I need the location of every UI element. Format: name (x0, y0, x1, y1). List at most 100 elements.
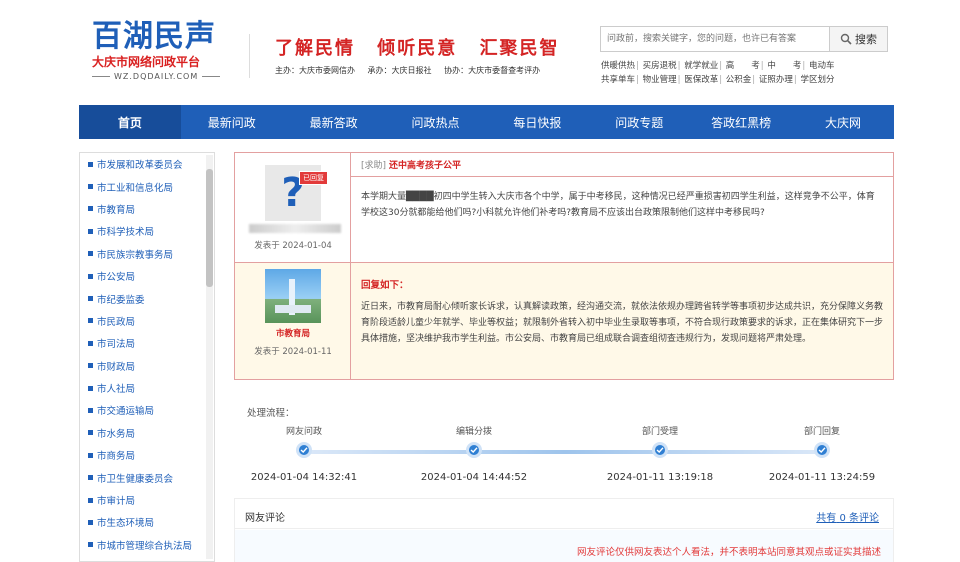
sidebar-item-label: 市城市管理综合执法局 (97, 540, 193, 552)
quick-link[interactable]: 供暖供热 (601, 61, 635, 71)
site-logo[interactable]: 百湖民声 大庆市网络问政平台 WZ.DQDAILY.COM (92, 20, 242, 81)
square-bullet-icon (88, 340, 93, 346)
nav-latest-answers[interactable]: 最新答政 (283, 105, 385, 139)
sidebar-item-label: 市教育局 (97, 204, 136, 216)
square-bullet-icon (88, 251, 93, 257)
square-bullet-icon (88, 475, 93, 481)
sidebar-item-label: 市商务局 (97, 451, 136, 463)
sidebar-item-label: 市生态环境局 (97, 518, 155, 530)
nav-daily-report[interactable]: 每日快报 (487, 105, 589, 139)
quick-link[interactable]: 公积金 (726, 75, 752, 85)
sidebar-item-label: 市公安局 (97, 272, 136, 284)
nav-home[interactable]: 首页 (79, 105, 181, 139)
sidebar-scrollbar[interactable] (206, 155, 213, 559)
search-button[interactable]: 搜索 (829, 27, 887, 51)
sidebar-item[interactable]: 市司法局 (80, 332, 204, 354)
sidebar-item[interactable]: 市交通运输局 (80, 399, 204, 421)
logo-url: WZ.DQDAILY.COM (92, 72, 242, 81)
quick-link[interactable]: 高 考 (726, 61, 760, 71)
department-sidebar: 市发展和改革委员会市工业和信息化局市教育局市科学技术局市民族宗教事务局 市公安局市… (79, 152, 215, 562)
sidebar-item[interactable]: 市科学技术局 (80, 220, 204, 242)
quick-link[interactable]: 中 考 (767, 61, 801, 71)
comments-disclaimer: 网友评论仅供网友表达个人看法，并不表明本站同意其观点或证实其描述 (576, 547, 881, 558)
comments-count-link[interactable]: 共有 0 条评论 (816, 509, 879, 524)
quick-link[interactable]: 医保改革 (684, 75, 718, 85)
sidebar-item[interactable]: 市民族宗教事务局 (80, 243, 204, 265)
process-step-time: 2024-01-04 14:32:41 (250, 472, 358, 483)
question-row: ? 已回复 发表于 2024-01-04 [求助] 还中高考孩子公平 本学期大量… (235, 153, 893, 263)
answer-content-cell: 回复如下： 近日来，市教育局耐心倾听家长诉求，认真解读政策，经沟通交流，就依法依… (351, 263, 893, 379)
answer-row: 市教育局 发表于 2024-01-11 回复如下： 近日来，市教育局耐心倾听家长… (235, 263, 893, 379)
logo-rule-right (202, 76, 221, 77)
sidebar-item[interactable]: 市工业和信息化局 (80, 175, 204, 197)
comments-header: 网友评论 共有 0 条评论 (235, 499, 893, 529)
avatar-building-shape (275, 305, 311, 313)
process-step-label: 部门回复 (803, 427, 840, 437)
site-header: 百湖民声 大庆市网络问政平台 WZ.DQDAILY.COM 了解民情 倾听民意 … (0, 0, 960, 100)
organizer-undertaker: 承办：大庆日报社 (367, 66, 432, 75)
question-author-cell: ? 已回复 发表于 2024-01-04 (235, 153, 351, 262)
sidebar-item[interactable]: 市审计局 (80, 489, 204, 511)
replied-badge: 已回复 (299, 171, 328, 185)
sidebar-item[interactable]: 市卫生健康委员会 (80, 466, 204, 488)
comments-count-prefix: 共有 (816, 513, 837, 524)
quick-link[interactable]: 共享单车 (601, 75, 635, 85)
square-bullet-icon (88, 184, 93, 190)
comments-title: 网友评论 (245, 513, 285, 524)
answer-date: 发表于 2024-01-11 (254, 347, 332, 357)
quick-link[interactable]: 证照办理 (759, 75, 793, 85)
quick-link[interactable]: 物业管理 (643, 75, 677, 85)
process-step-label: 编辑分拨 (455, 427, 492, 437)
quick-link[interactable]: 电动车 (809, 61, 835, 71)
comments-section: 网友评论 共有 0 条评论 网友评论仅供网友表达个人看法，并不表明本站同意其观点… (234, 498, 894, 562)
quick-link[interactable]: 买房退税 (643, 61, 677, 71)
sidebar-item-label: 市司法局 (97, 339, 136, 351)
quick-link[interactable]: 就学就业 (684, 61, 718, 71)
answer-department-name[interactable]: 市教育局 (235, 327, 351, 339)
sidebar-item[interactable]: 市民政局 (80, 310, 204, 332)
search-input[interactable] (601, 27, 829, 51)
answer-body: 近日来，市教育局耐心倾听家长诉求，认真解读政策，经沟通交流，就依法依规办理跨省转… (361, 302, 884, 344)
sidebar-item[interactable]: 市人社局 (80, 377, 204, 399)
nav-latest-questions[interactable]: 最新问政 (181, 105, 283, 139)
square-bullet-icon (88, 161, 93, 167)
sidebar-item-label: 市财政局 (97, 361, 136, 373)
process-step-time: 2024-01-11 13:24:59 (768, 472, 876, 483)
sidebar-item-label: 市民族宗教事务局 (97, 249, 174, 261)
sidebar-item-label: 市人社局 (97, 384, 136, 396)
sidebar-item[interactable]: 市纪委监委 (80, 287, 204, 309)
nav-daqing-net[interactable]: 大庆网 (792, 105, 894, 139)
sidebar-item[interactable]: 市水务局 (80, 422, 204, 444)
sidebar-item[interactable]: 市教育局 (80, 198, 204, 220)
organizer-host: 主办：大庆市委网信办 (275, 66, 355, 75)
nav-red-black-list[interactable]: 答政红黑榜 (690, 105, 792, 139)
sidebar-item-label: 市水务局 (97, 428, 136, 440)
sidebar-item[interactable]: 市公安局 (80, 265, 204, 287)
logo-title: 百湖民声 (92, 19, 216, 54)
nav-special-topics[interactable]: 问政专题 (588, 105, 690, 139)
question-title-bar: [求助] 还中高考孩子公平 (351, 153, 893, 177)
quick-links: 供暖供热| 买房退税| 就学就业| 高 考| 中 考| 电动车 共享单车| 物业… (601, 59, 891, 87)
sidebar-item[interactable]: 市生态环境局 (80, 511, 204, 533)
process-step-label: 部门受理 (641, 427, 678, 437)
comments-body: 网友评论仅供网友表达个人看法，并不表明本站同意其观点或证实其描述 (235, 530, 893, 562)
organizer-assist: 协办：大庆市委督查考评办 (444, 66, 541, 75)
search-box: 搜索 (600, 26, 888, 52)
process-step: 网友问政 2024-01-04 14:32:41 (234, 424, 374, 483)
sidebar-item[interactable]: 市城市管理综合执法局 (80, 534, 204, 556)
sidebar-item-label: 市发展和改革委员会 (97, 160, 183, 172)
square-bullet-icon (88, 385, 93, 391)
sidebar-item-label: 市交通运输局 (97, 406, 155, 418)
nav-hot-topics[interactable]: 问政热点 (385, 105, 487, 139)
logo-subtitle: 大庆市网络问政平台 (92, 55, 201, 69)
process-step: 部门回复 2024-01-11 13:24:59 (752, 424, 892, 483)
sidebar-item[interactable]: 市商务局 (80, 444, 204, 466)
logo-rule-left (92, 76, 110, 77)
square-bullet-icon (88, 542, 93, 548)
organizers: 主办：大庆市委网信办 承办：大庆日报社 协办：大庆市委督查考评办 (275, 65, 550, 76)
sidebar-scrollbar-thumb[interactable] (206, 169, 213, 287)
sidebar-item[interactable]: 市发展和改革委员会 (80, 153, 204, 175)
quick-link[interactable]: 学区划分 (800, 75, 834, 85)
sidebar-item-label: 市民政局 (97, 316, 136, 328)
sidebar-item[interactable]: 市财政局 (80, 355, 204, 377)
